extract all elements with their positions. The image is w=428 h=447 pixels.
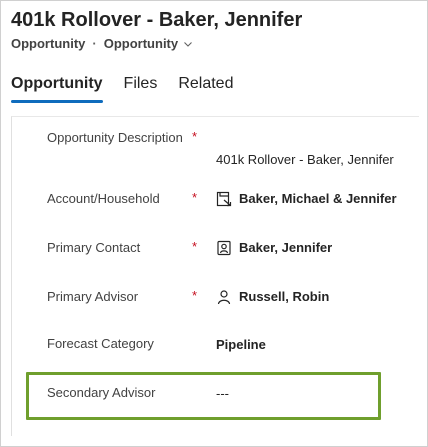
field-label: Primary Contact [47, 240, 141, 255]
chevron-down-icon [183, 39, 193, 49]
primary-contact-name: Baker, Jennifer [239, 240, 333, 255]
field-label: Account/Household [47, 191, 160, 206]
opportunity-description-value[interactable]: 401k Rollover - Baker, Jennifer [216, 149, 394, 170]
required-marker: * [192, 129, 198, 144]
primary-advisor-value[interactable]: Russell, Robin [216, 286, 329, 307]
form-window: 401k Rollover - Baker, Jennifer Opportun… [0, 0, 428, 447]
form-selector[interactable]: Opportunity [104, 36, 193, 51]
forecast-category-value[interactable]: Pipeline [216, 334, 266, 355]
contact-card-icon [216, 240, 232, 256]
tab-related[interactable]: Related [178, 73, 233, 103]
required-marker: * [192, 190, 198, 205]
form-selector-label: Opportunity [103, 36, 179, 51]
primary-advisor-name: Russell, Robin [239, 289, 330, 304]
account-household-name: Baker, Michael & Jennifer [239, 191, 397, 206]
tab-list: Opportunity Files Related [11, 73, 254, 103]
breadcrumb: Opportunity · Opportunity [11, 36, 302, 51]
secondary-advisor-highlight [26, 372, 381, 420]
account-icon [216, 191, 232, 207]
primary-contact-value[interactable]: Baker, Jennifer [216, 237, 332, 258]
breadcrumb-separator: · [92, 36, 97, 51]
record-title: 401k Rollover - Baker, Jennifer [11, 9, 303, 31]
account-household-value[interactable]: Baker, Michael & Jennifer [216, 188, 397, 209]
tab-opportunity[interactable]: Opportunity [11, 73, 103, 103]
person-icon [216, 289, 232, 305]
tab-files[interactable]: Files [124, 73, 158, 103]
required-marker: * [192, 288, 198, 303]
field-label: Primary Advisor [47, 289, 139, 304]
required-marker: * [192, 239, 198, 254]
field-label: Opportunity Description [47, 130, 183, 145]
field-label: Forecast Category [47, 336, 154, 351]
entity-type-label: Opportunity [11, 36, 86, 51]
form-header: 401k Rollover - Baker, Jennifer Opportun… [11, 7, 302, 51]
